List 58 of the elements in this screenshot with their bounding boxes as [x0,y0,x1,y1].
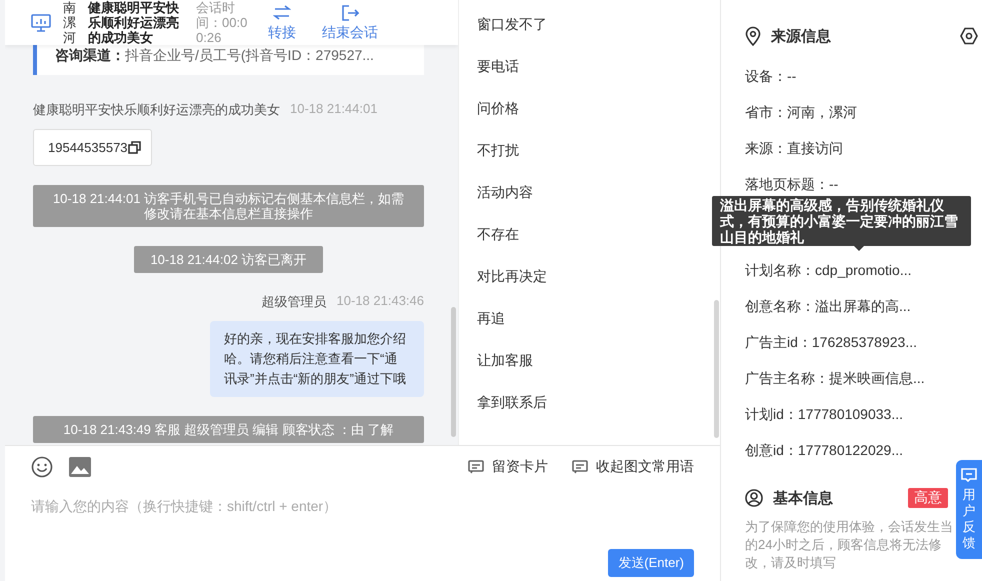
quick-reply-item[interactable]: 要电话 [477,54,519,96]
message-time: 10-18 21:44:01 [290,101,378,118]
consult-channel-card: 咨询渠道：抖音企业号/员工号(抖音号ID：279527... [33,45,424,75]
system-notice: 10-18 21:43:49 客服 超级管理员 编辑 顾客状态 ：由 了解 [33,416,424,443]
quick-reply-item[interactable]: 窗口发不了 [477,12,547,54]
transfer-button[interactable]: 转接 [268,4,296,42]
info-row-text: 设备：-- [745,67,796,86]
quick-reply-item[interactable]: 不打扰 [477,138,519,180]
copy-icon[interactable] [128,141,141,154]
info-row-text: 计划id：177780109033... [745,405,903,424]
toolbar-link[interactable]: 收起图文常用语 [572,458,694,476]
visitor-location: 南漯河 [63,0,76,45]
info-note: 为了保障您的使用体验，会话发生当的24小时之后，顾客信息将无法修改，请及时填写 [745,518,954,572]
sender-name: 超级管理员 [262,293,327,311]
quick-reply-item[interactable]: 不存在 [477,222,519,264]
info-row-text: 省市：河南，漯河 [745,103,857,122]
chat-bubble-icon [961,468,977,483]
transfer-arrows-icon [273,4,291,22]
feedback-button[interactable]: 用户反馈 [956,460,982,559]
visitor-name: 健康聪明平安快乐顺利好运漂亮的成功美女 [88,0,180,45]
info-row-text: 创意名称：溢出屏幕的高... [745,297,911,316]
info-row-text: 广告主名称：提米映画信息... [745,369,925,388]
settings-icon[interactable] [960,27,978,45]
agent-message: 好的亲，现在安排客服加您介绍哈。请您稍后注意查看一下“通讯录”并点击“新的朋友”通过下哦 [210,321,424,397]
info-row-text: 创意id：177780122029... [745,441,903,460]
session-time: 会话时间：00:00:26 [196,0,248,45]
send-button[interactable]: 发送(Enter) [608,549,694,577]
scrollbar[interactable] [451,307,456,437]
quick-reply-item[interactable]: 让加客服 [477,348,533,390]
quick-reply-item[interactable]: 活动内容 [477,180,533,222]
comment-icon [468,460,484,474]
end-session-button[interactable]: 结束会话 [322,4,378,42]
info-row-text: 广告主id：176285378923... [745,333,917,352]
quick-reply-item[interactable]: 问价格 [477,96,519,138]
toolbar-link[interactable]: 留资卡片 [468,458,548,476]
quick-reply-item[interactable]: 再追 [477,306,505,348]
message-time: 10-18 21:43:46 [336,293,424,310]
exit-icon [341,4,359,22]
scrollbar[interactable] [714,300,719,438]
sender-name: 健康聪明平安快乐顺利好运漂亮的成功美女 [33,101,280,119]
system-notice: 10-18 21:44:01 访客手机号已自动标记右侧基本信息栏，如需修改请在基本信息栏直接操作 [33,185,424,227]
monitor-icon [31,14,51,32]
smiley-icon[interactable] [31,456,53,478]
tooltip: 溢出屏幕的高级感，告别传统婚礼仪式，有预算的小富婆一定要冲的丽江雪山目的地婚礼 [712,196,971,246]
system-notice: 10-18 21:44:02 访客已离开 [134,246,323,273]
quick-reply-item[interactable]: 拿到联系后 [477,390,547,432]
location-pin-icon [745,26,761,46]
comment-icon [572,460,588,474]
user-circle-icon [745,489,763,507]
intent-tag: 高意 [908,488,948,508]
info-row-text: 来源：直接访问 [745,139,843,158]
info-row-text: 落地页标题：-- [745,175,838,194]
phone-number: 19544535573 [48,140,128,155]
section-title: 基本信息 [773,488,833,508]
quick-reply-item[interactable]: 对比再决定 [477,264,547,306]
image-icon[interactable] [69,457,91,477]
info-row-text: 计划名称：cdp_promotio... [745,261,912,280]
section-title: 来源信息 [771,26,831,46]
